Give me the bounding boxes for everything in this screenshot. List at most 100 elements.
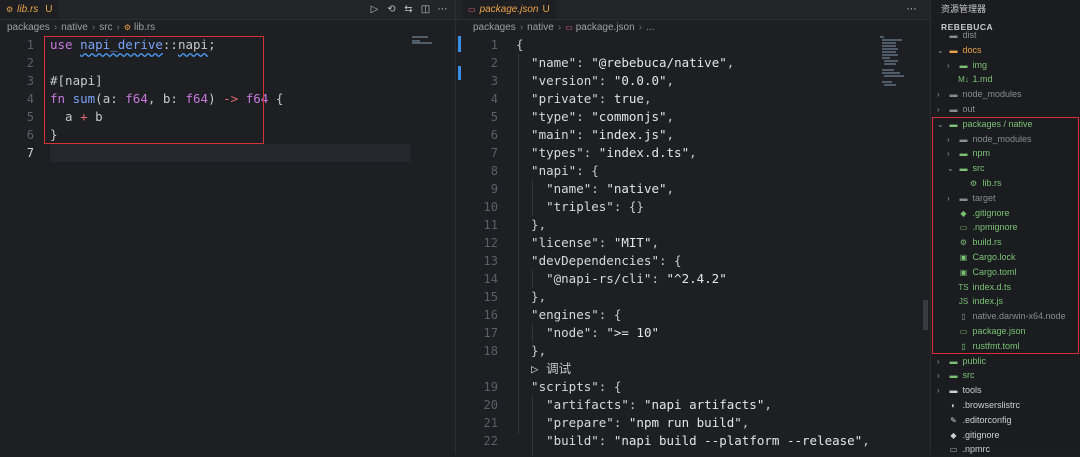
crumb-packages[interactable]: packages bbox=[7, 22, 50, 33]
folder-open-icon: ▬ bbox=[949, 45, 958, 55]
crumb-native[interactable]: native bbox=[61, 22, 88, 33]
crumb-native[interactable]: native bbox=[527, 22, 554, 33]
crumb-packages[interactable]: packages bbox=[473, 22, 516, 33]
untracked-badge: U bbox=[45, 4, 53, 15]
tree-item[interactable]: › ▬ src bbox=[937, 368, 975, 383]
code-line[interactable]: "prepare": "npm run build", bbox=[516, 414, 749, 432]
chevron-right-icon[interactable]: › bbox=[937, 368, 947, 383]
crumb-lib-rs[interactable]: lib.rs bbox=[134, 22, 155, 33]
more-icon[interactable]: ⋯ bbox=[903, 0, 920, 19]
tree-item-label: public bbox=[960, 355, 987, 366]
tree-item[interactable]: › ▬ node_modules bbox=[937, 87, 1022, 102]
code-line[interactable]: "triples": {} bbox=[516, 198, 644, 216]
code-line[interactable]: "devDependencies": { bbox=[516, 252, 682, 270]
code-line[interactable]: }, bbox=[516, 288, 546, 306]
tree-item[interactable]: ✎ .editorconfig bbox=[937, 413, 1011, 428]
explorer-title: 资源管理器 bbox=[941, 4, 987, 14]
indent-guide bbox=[532, 180, 533, 216]
code-token: "prepare" bbox=[516, 415, 614, 430]
code-token: "npm run build" bbox=[628, 415, 742, 430]
chevron-right-icon[interactable]: › bbox=[947, 58, 957, 73]
tree-item[interactable]: › ▬ public bbox=[937, 354, 986, 369]
chevron-right-icon[interactable]: › bbox=[937, 354, 947, 369]
browserslist-icon: ◐ bbox=[951, 401, 956, 410]
crumb-package-json[interactable]: package.json bbox=[576, 22, 635, 33]
line-number: 5 bbox=[26, 110, 34, 124]
tree-item[interactable]: › ▬ tools bbox=[937, 383, 982, 398]
line-number: 7 bbox=[26, 146, 34, 160]
indent-guide bbox=[532, 324, 533, 342]
chevron-right-icon[interactable]: › bbox=[937, 383, 947, 398]
tree-item[interactable]: ◐ .browserslistrc bbox=[937, 398, 1020, 413]
code-line[interactable]: "private": true, bbox=[516, 90, 651, 108]
code-token: : bbox=[598, 235, 614, 250]
code-token: : bbox=[598, 73, 614, 88]
line-number: 16 bbox=[483, 308, 498, 322]
code-line[interactable]: "license": "MIT", bbox=[516, 234, 659, 252]
tab-label: package.json bbox=[479, 4, 539, 15]
code-line[interactable]: ▷ 调试 bbox=[516, 360, 571, 378]
code-token: : bbox=[591, 181, 607, 196]
code-token: }, bbox=[516, 289, 547, 304]
code-line[interactable]: { bbox=[516, 36, 524, 54]
tree-item[interactable]: ◆ .gitignore bbox=[937, 428, 999, 443]
code-token: "MIT" bbox=[613, 235, 652, 250]
folder-icon: ▬ bbox=[949, 90, 958, 100]
code-line[interactable]: "type": "commonjs", bbox=[516, 108, 674, 126]
tree-item[interactable]: › ▬ out bbox=[937, 102, 975, 117]
folder-icon: ▬ bbox=[949, 371, 958, 381]
code-line[interactable]: "scripts": { bbox=[516, 378, 621, 396]
code-token: , bbox=[741, 415, 750, 430]
code-line[interactable]: "name": "@rebebuca/native", bbox=[516, 54, 734, 72]
tree-item-label: src bbox=[960, 370, 975, 381]
chevron-down-icon[interactable]: ⌄ bbox=[937, 43, 947, 58]
more-icon[interactable]: ⋯ bbox=[434, 0, 451, 19]
scrollbar-thumb[interactable] bbox=[923, 300, 928, 330]
code-line[interactable]: "build": "napi build --platform --releas… bbox=[516, 432, 870, 450]
tree-item[interactable]: ▬ dist bbox=[937, 28, 977, 43]
line-number: 8 bbox=[490, 164, 498, 178]
code-token: "private" bbox=[516, 91, 599, 106]
code-line[interactable]: "types": "index.d.ts", bbox=[516, 144, 697, 162]
chevron-right-icon[interactable]: › bbox=[937, 87, 947, 102]
code-token: "build" bbox=[516, 433, 599, 448]
code-line[interactable]: "name": "native", bbox=[516, 180, 674, 198]
code-line[interactable]: "@napi-rs/cli": "^2.4.2" bbox=[516, 270, 727, 288]
code-line[interactable]: "artifacts": "napi artifacts", bbox=[516, 396, 772, 414]
tree-item[interactable]: ⌄ ▬ docs bbox=[937, 43, 982, 58]
line-number: 5 bbox=[490, 110, 498, 124]
indent-guide bbox=[532, 396, 533, 456]
crumb-src[interactable]: src bbox=[99, 22, 112, 33]
code-line[interactable]: }, bbox=[516, 342, 546, 360]
code-token: : bbox=[576, 127, 592, 142]
code-token: "napi" bbox=[516, 163, 577, 178]
tree-item[interactable]: › ▬ img bbox=[947, 58, 987, 73]
code-line[interactable]: "node": ">= 10" bbox=[516, 324, 659, 342]
compare-icon[interactable]: ⇆ bbox=[400, 0, 417, 19]
line-number: 15 bbox=[483, 290, 498, 304]
right-code-editor[interactable]: 1 {2 "name": "@rebebuca/native", 3 "versio… bbox=[456, 36, 930, 456]
code-line[interactable]: "version": "0.0.0", bbox=[516, 72, 674, 90]
run-icon[interactable]: ▷ bbox=[366, 0, 383, 19]
code-token: : bbox=[651, 271, 667, 286]
code-token: , bbox=[666, 127, 675, 142]
tree-item[interactable]: M↓ 1.md bbox=[947, 72, 992, 87]
code-token: "napi artifacts" bbox=[643, 397, 765, 412]
history-icon[interactable]: ⟲ bbox=[383, 0, 400, 19]
code-line[interactable]: "napi": { bbox=[516, 162, 599, 180]
folder-icon: ▬ bbox=[949, 31, 958, 40]
crumb-more[interactable]: ... bbox=[646, 22, 654, 33]
code-line[interactable]: "engines": { bbox=[516, 306, 621, 324]
tree-item-label: node_modules bbox=[960, 89, 1022, 100]
right-minimap bbox=[880, 36, 924, 96]
tab-lib-rs[interactable]: ⚙ lib.rs U bbox=[0, 0, 59, 19]
code-line[interactable]: "main": "index.js", bbox=[516, 126, 674, 144]
chevron-right-icon[interactable]: › bbox=[937, 102, 947, 117]
code-token: "napi build --platform --release" bbox=[613, 433, 863, 448]
tree-item-label: out bbox=[960, 104, 976, 114]
code-token: "@napi-rs/cli" bbox=[516, 271, 652, 286]
code-line[interactable]: }, bbox=[516, 216, 546, 234]
split-editor-icon[interactable]: ◫ bbox=[417, 0, 434, 19]
tab-package-json[interactable]: ▭ package.json U bbox=[462, 0, 556, 19]
code-token: , bbox=[666, 109, 675, 124]
